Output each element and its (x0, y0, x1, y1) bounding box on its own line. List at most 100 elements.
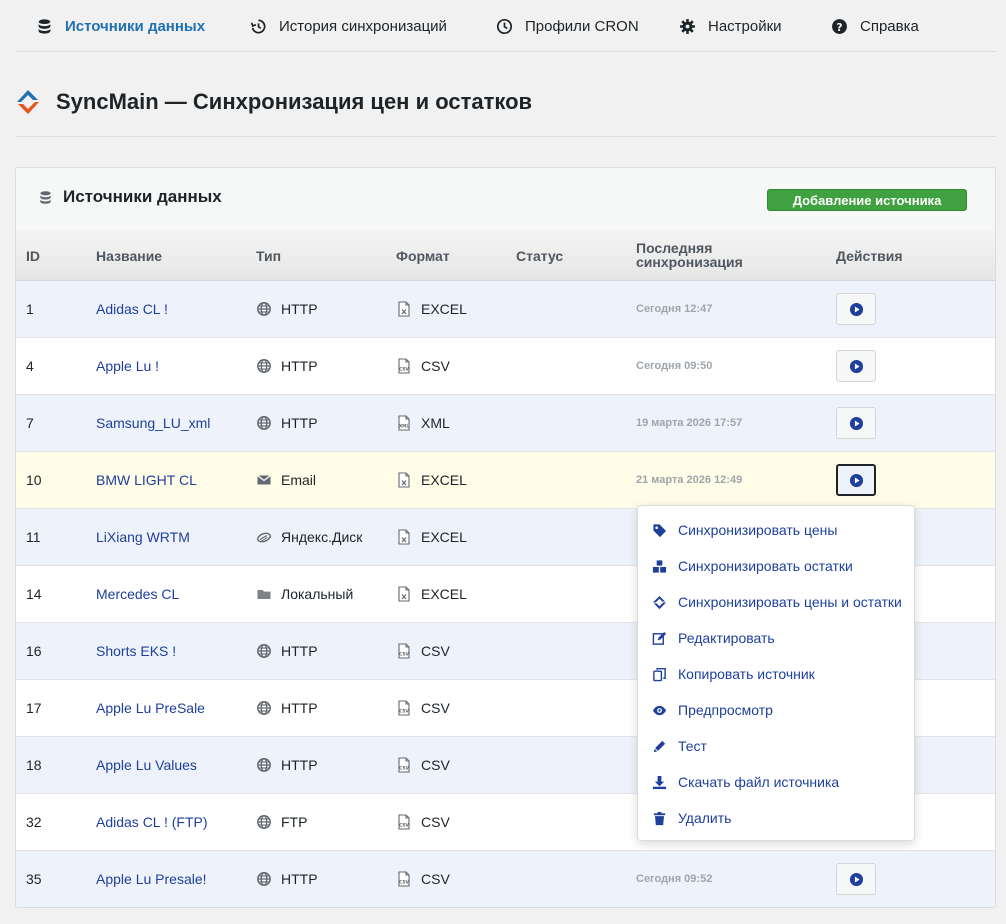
nav-sync-history[interactable]: История синхронизаций (250, 0, 447, 52)
svg-text:?: ? (836, 20, 842, 33)
sync-both-icon (652, 595, 667, 610)
menu-item[interactable]: Синхронизировать цены (652, 518, 837, 542)
cell-format: CSV CSV (396, 851, 450, 907)
cell-format: EXCEL (396, 566, 467, 622)
type-label: Яндекс.Диск (281, 529, 363, 545)
menu-item-label: Предпросмотр (678, 702, 773, 718)
col-last-sync-line2: синхронизация (636, 254, 743, 270)
play-icon (849, 416, 864, 431)
globe-icon (256, 301, 272, 317)
source-name-link[interactable]: Apple Lu Presale! (96, 851, 207, 907)
menu-item[interactable]: Удалить (652, 806, 731, 830)
type-label: HTTP (281, 301, 318, 317)
actions-dropdown-menu: Синхронизировать цены Синхронизировать ос… (637, 505, 915, 841)
cell-type: HTTP (256, 623, 318, 679)
cell-format: CSV CSV (396, 680, 450, 736)
col-id: ID (26, 248, 40, 264)
format-label: EXCEL (421, 301, 467, 317)
globe-icon (256, 415, 272, 431)
csv-file-icon: CSV (396, 358, 412, 374)
run-actions-button[interactable] (836, 863, 876, 895)
source-name-link[interactable]: Adidas CL ! (FTP) (96, 794, 208, 850)
history-icon (250, 18, 266, 33)
source-name-link[interactable]: Apple Lu ! (96, 338, 159, 394)
svg-text:CSV: CSV (399, 652, 409, 658)
source-name-link[interactable]: Apple Lu PreSale (96, 680, 205, 736)
table-header: ID Название Тип Формат Статус Последняя … (16, 230, 995, 281)
menu-item[interactable]: Синхронизировать остатки (652, 554, 853, 578)
menu-item-label: Удалить (678, 810, 732, 826)
edit-icon (652, 631, 667, 646)
xml-file-icon: XML (396, 415, 412, 431)
run-actions-button[interactable] (836, 407, 876, 439)
cell-type: Яндекс.Диск (256, 509, 362, 565)
svg-text:CSV: CSV (399, 766, 409, 772)
svg-text:CSV: CSV (399, 880, 409, 886)
run-actions-button[interactable] (836, 464, 876, 496)
cell-type: HTTP (256, 851, 318, 907)
cell-type: HTTP (256, 281, 318, 337)
envelope-icon (256, 472, 272, 488)
col-format: Формат (396, 248, 450, 264)
type-label: Локальный (281, 586, 354, 602)
source-name-link[interactable]: Mercedes CL (96, 566, 179, 622)
source-name-link[interactable]: BMW LIGHT CL (96, 452, 197, 508)
run-actions-button[interactable] (836, 350, 876, 382)
globe-icon (256, 358, 272, 374)
nav-settings[interactable]: Настройки (679, 0, 782, 52)
source-name-link[interactable]: Samsung_LU_xml (96, 395, 210, 451)
menu-item[interactable]: Предпросмотр (652, 698, 773, 722)
nav-data-sources[interactable]: Источники данных (36, 0, 205, 52)
table-row: 10 BMW LIGHT CL Email EXCEL 21 марта 2026 12… (16, 452, 995, 509)
table-row: 4 Apple Lu ! HTTP CSV CSV Сегодня 09:50 (16, 338, 995, 395)
play-icon (849, 872, 864, 887)
source-name-link[interactable]: Apple Lu Values (96, 737, 197, 793)
excel-file-icon (396, 529, 412, 545)
menu-item[interactable]: Редактировать (652, 626, 775, 650)
globe-icon (256, 700, 272, 716)
card-title-text: Источники данных (63, 187, 222, 206)
svg-text:CSV: CSV (399, 367, 409, 373)
play-icon (849, 473, 864, 488)
run-actions-button[interactable] (836, 293, 876, 325)
source-name-link[interactable]: LiXiang WRTM (96, 509, 190, 565)
eye-icon (652, 703, 667, 718)
cell-id: 4 (26, 358, 34, 374)
type-label: HTTP (281, 757, 318, 773)
clock-icon (496, 18, 513, 34)
cell-id: 16 (26, 643, 42, 659)
type-label: HTTP (281, 358, 318, 374)
type-label: FTP (281, 814, 308, 830)
format-label: CSV (421, 757, 450, 773)
nav-label: Профили CRON (525, 17, 639, 35)
csv-file-icon: CSV (396, 643, 412, 659)
menu-item[interactable]: Скачать файл источника (652, 770, 839, 794)
format-label: CSV (421, 871, 450, 887)
globe-icon (256, 643, 272, 659)
cell-last-sync: Сегодня 09:50 (636, 360, 713, 372)
cell-id: 10 (26, 472, 42, 488)
source-name-link[interactable]: Shorts EKS ! (96, 623, 176, 679)
divider (16, 136, 996, 137)
cell-type: FTP (256, 794, 307, 850)
cell-type: Email (256, 452, 316, 508)
cell-id: 11 (26, 529, 41, 545)
table-row: 7 Samsung_LU_xml HTTP XML XML 19 марта 2026 1… (16, 395, 995, 452)
menu-item-label: Скачать файл источника (678, 774, 840, 790)
cell-id: 7 (26, 415, 34, 431)
add-source-button[interactable]: Добавление источника (767, 189, 967, 211)
trash-icon (652, 811, 667, 826)
menu-item[interactable]: Тест (652, 734, 707, 758)
menu-item[interactable]: Синхронизировать цены и остатки (652, 590, 902, 614)
col-type: Тип (256, 248, 282, 264)
col-last-sync: Последняя синхронизация (636, 241, 743, 269)
menu-item-label: Синхронизировать цены и остатки (678, 594, 902, 610)
cell-format: EXCEL (396, 509, 467, 565)
nav-cron-profiles[interactable]: Профили CRON (496, 0, 639, 52)
sync-logo-icon (17, 90, 39, 114)
cell-format: EXCEL (396, 281, 467, 337)
source-name-link[interactable]: Adidas CL ! (96, 281, 168, 337)
menu-item[interactable]: Копировать источник (652, 662, 815, 686)
cell-last-sync: Сегодня 12:47 (636, 303, 713, 315)
nav-help[interactable]: ? Справка (831, 0, 919, 52)
